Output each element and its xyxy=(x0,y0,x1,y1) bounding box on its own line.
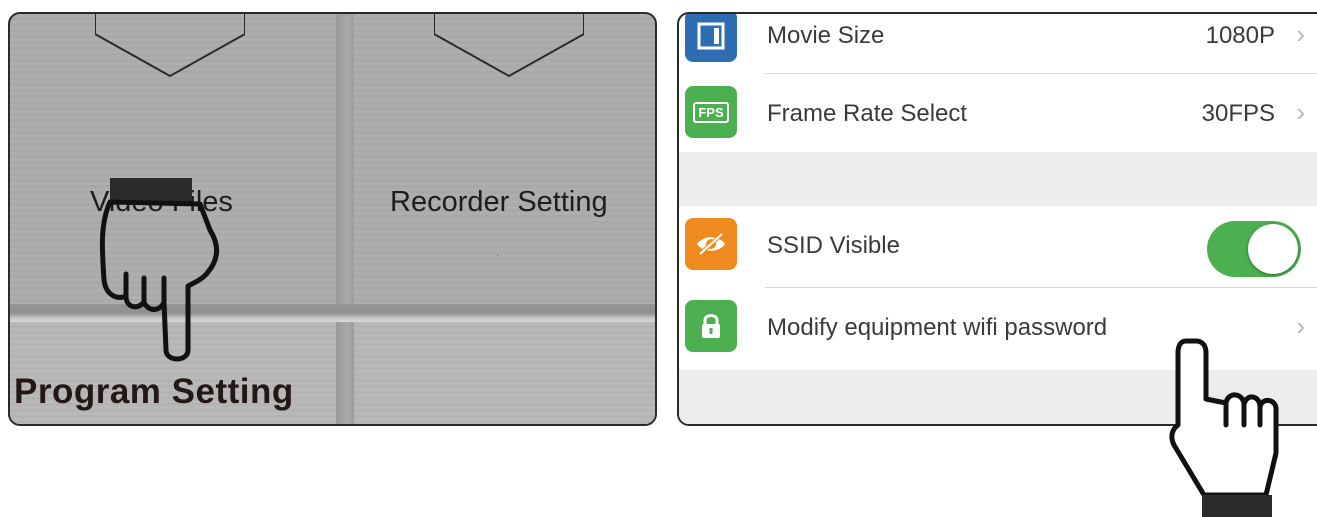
lock-icon xyxy=(685,300,737,352)
tile-recorder-setting[interactable]: Recorder Setting xyxy=(390,186,608,219)
setting-row-frame-rate[interactable]: FPS Frame Rate Select 30FPS › xyxy=(679,74,1317,156)
chevron-right-icon: › xyxy=(1296,97,1305,127)
setting-value: 1080P xyxy=(1205,22,1275,49)
dust-speck: ˏ xyxy=(496,246,500,257)
setting-label: Frame Rate Select xyxy=(767,100,968,127)
setting-label: Modify equipment wifi password xyxy=(767,314,1108,341)
setting-label: SSID Visible xyxy=(767,232,900,259)
pointing-hand-icon xyxy=(1169,338,1279,517)
tile-divider-vertical xyxy=(336,14,354,424)
fps-icon: FPS xyxy=(685,86,737,138)
setting-value: 30FPS xyxy=(1201,100,1275,127)
program-setting-caption: Program Setting xyxy=(14,372,294,411)
chevron-down-icon xyxy=(95,14,245,78)
chevron-right-icon: › xyxy=(1296,19,1305,49)
toggle-knob xyxy=(1248,224,1298,274)
section-spacer xyxy=(679,152,1317,206)
eye-slash-icon xyxy=(685,218,737,270)
fps-icon-text: FPS xyxy=(693,101,729,123)
chevron-down-icon xyxy=(434,14,584,78)
app-home-screen: Video Files Recorder Setting ˏ Program S… xyxy=(8,12,657,426)
movie-size-icon xyxy=(685,14,737,62)
ssid-visible-toggle[interactable] xyxy=(1207,221,1301,277)
pointing-hand-icon xyxy=(99,199,219,362)
setting-row-movie-size[interactable]: Movie Size 1080P › xyxy=(679,14,1317,74)
setting-label: Movie Size xyxy=(767,22,885,49)
chevron-right-icon: › xyxy=(1296,311,1305,341)
